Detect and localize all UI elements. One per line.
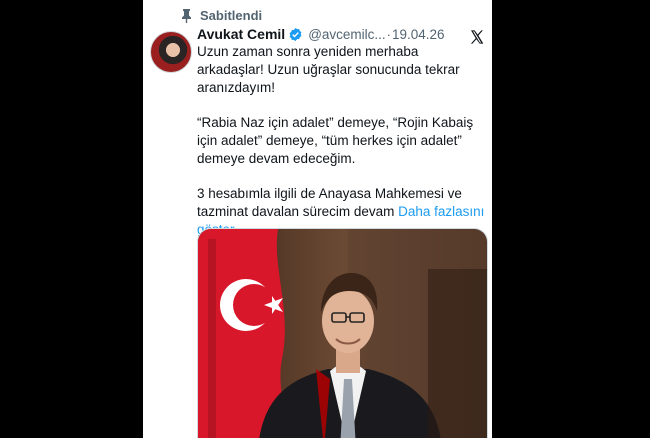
pinned-indicator: Sabitlendi <box>181 8 262 23</box>
post-date[interactable]: 19.04.26 <box>392 27 445 42</box>
pinned-post-card[interactable]: Sabitlendi Avukat Cemil @avcemilc... · 1… <box>143 0 492 438</box>
pin-icon <box>182 8 191 23</box>
post-paragraph-1: Uzun zaman sonra yeniden merhaba arkadaş… <box>197 44 460 95</box>
separator-dot: · <box>386 26 391 42</box>
post-paragraph-2: “Rabia Naz için adalet” demeye, “Rojin K… <box>197 115 474 166</box>
courtroom-photo <box>198 229 487 438</box>
post-text: Uzun zaman sonra yeniden merhaba arkadaş… <box>197 43 487 239</box>
avatar[interactable] <box>150 31 192 73</box>
post-header: Avukat Cemil @avcemilc... · 19.04.26 <box>197 26 492 42</box>
verified-badge-icon <box>289 27 302 41</box>
pinned-label: Sabitlendi <box>200 8 263 23</box>
post-image[interactable] <box>197 228 488 438</box>
author-name[interactable]: Avukat Cemil <box>197 26 285 42</box>
video-frame: Sabitlendi Avukat Cemil @avcemilc... · 1… <box>0 0 650 438</box>
author-handle[interactable]: @avcemilc... <box>308 27 385 42</box>
